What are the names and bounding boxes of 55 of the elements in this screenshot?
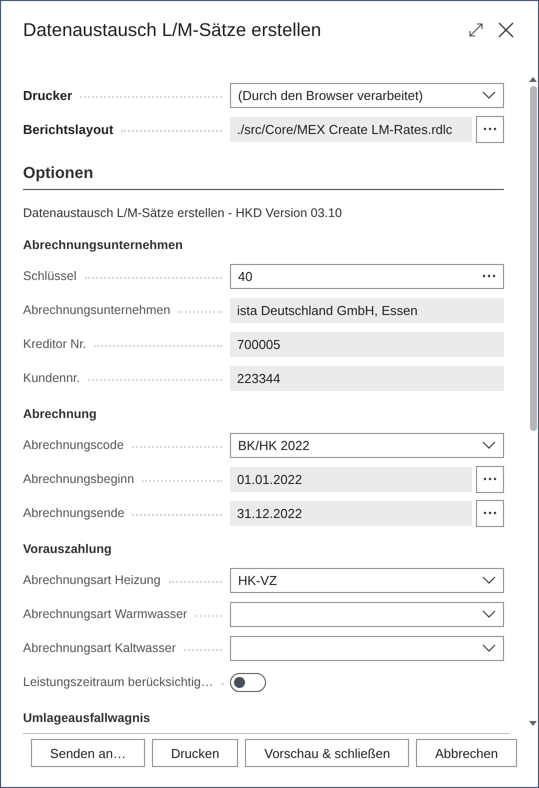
toggle-switch[interactable] xyxy=(230,672,266,692)
dialog-button[interactable]: Senden an… xyxy=(31,739,145,767)
close-button[interactable] xyxy=(496,20,516,40)
ellipsis-icon xyxy=(483,511,497,515)
dropdown-field[interactable]: BK/HK 2022 xyxy=(230,432,504,458)
chevron-down-icon xyxy=(482,610,496,618)
dialog-button[interactable]: Drucken xyxy=(152,739,238,767)
chevron-down-icon xyxy=(482,441,496,449)
field-label: Kundennr. xyxy=(23,371,80,385)
chevron-down-icon xyxy=(482,644,496,652)
field-label: Drucker xyxy=(23,88,72,102)
dropdown-field[interactable] xyxy=(230,636,504,660)
dialog-button[interactable]: Vorschau & schließen xyxy=(245,739,410,767)
field-label: Abrechnungsart Warmwasser xyxy=(23,607,188,621)
readonly-field: 223344 xyxy=(230,366,504,390)
close-icon xyxy=(498,22,514,38)
scroll-up-icon xyxy=(529,76,537,82)
field-label: Schlüssel xyxy=(23,269,76,283)
field-label: Berichtslayout xyxy=(23,122,114,136)
assist-button[interactable] xyxy=(476,116,504,142)
group-heading: Abrechnungsunternehmen xyxy=(23,237,184,254)
assist-button[interactable] xyxy=(476,500,504,526)
expand-icon xyxy=(468,22,484,38)
dropdown-field[interactable] xyxy=(230,602,504,626)
readonly-field: 31.12.2022 xyxy=(230,500,472,526)
chevron-down-icon xyxy=(482,91,496,99)
field-label: Abrechnungscode xyxy=(23,438,124,452)
field-label: Abrechnungsart Kaltwasser xyxy=(23,641,176,655)
field-label: Abrechnungsart Heizung xyxy=(23,573,161,587)
dropdown-field[interactable]: (Durch den Browser verarbeitet) xyxy=(230,82,504,108)
section-heading: Optionen xyxy=(23,146,504,190)
field-label: Abrechnungsende xyxy=(23,506,124,520)
dropdown-field[interactable]: HK-VZ xyxy=(230,568,504,592)
field-label: Leistungszeitraum berücksichtig… xyxy=(23,675,214,689)
scrollbar-thumb[interactable] xyxy=(530,86,536,431)
field-label: Kreditor Nr. xyxy=(23,337,86,351)
description-text: Datenaustausch L/M-Sätze erstellen - HKD Version 03.10 xyxy=(23,206,343,222)
readonly-field: 700005 xyxy=(230,332,504,356)
assist-button[interactable] xyxy=(476,466,504,492)
readonly-field: ista Deutschland GmbH, Essen xyxy=(230,298,504,322)
chevron-down-icon xyxy=(482,576,496,584)
readonly-field: ./src/Core/MEX Create LM-Rates.rdlc xyxy=(230,116,472,142)
field-label: Abrechnungsbeginn xyxy=(23,472,134,486)
group-heading: Umlageausfallwagnis xyxy=(23,707,510,734)
scroll-down-icon xyxy=(529,721,537,727)
ellipsis-icon xyxy=(483,477,497,481)
group-heading: Vorauszahlung xyxy=(23,541,113,558)
dialog-button[interactable]: Abbrechen xyxy=(416,739,517,767)
field-label: Abrechnungsunternehmen xyxy=(23,303,170,317)
ellipsis-icon xyxy=(483,127,497,131)
dialog-title: Datenaustausch L/M-Sätze erstellen xyxy=(23,19,322,41)
readonly-field: 01.01.2022 xyxy=(230,466,472,492)
ellipsis-icon xyxy=(482,274,496,278)
lookup-field[interactable]: 40 xyxy=(230,264,504,288)
group-heading: Abrechnung xyxy=(23,406,98,423)
